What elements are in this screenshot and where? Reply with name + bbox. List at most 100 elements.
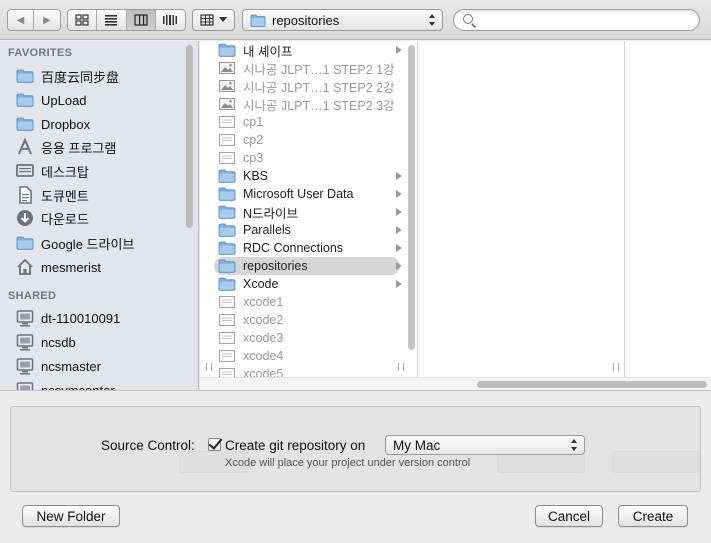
file-row[interactable]: cp1 xyxy=(214,113,400,131)
column-resize-handle[interactable] xyxy=(613,363,619,371)
source-control-hint: Xcode will place your project under vers… xyxy=(225,457,471,469)
column-view-icon xyxy=(134,14,148,26)
sidebar-item[interactable]: mesmerist xyxy=(15,256,190,278)
sidebar-item-label: ncsdb xyxy=(41,334,76,350)
row-label: cp2 xyxy=(243,133,264,147)
sidebar: FAVORITES SHARED 百度云同步盘 UpLoad Dropbox 응용 프… xyxy=(0,41,199,390)
sidebar-item-label: Dropbox xyxy=(41,116,91,132)
forward-button[interactable]: ▶ xyxy=(34,10,60,30)
row-label: Parallels xyxy=(243,223,291,237)
file-row[interactable]: xcode5 xyxy=(214,365,400,377)
folder-row[interactable]: RDC Connections xyxy=(214,239,402,257)
sidebar-item-label: ncsmaster xyxy=(41,358,101,374)
sidebar-item-label: dt-110010091 xyxy=(41,310,121,326)
file-row[interactable]: 시나공 JLPT…1 STEP2 1강 xyxy=(214,59,400,77)
list-view-button[interactable] xyxy=(97,10,127,30)
folder-row[interactable]: repositories xyxy=(214,257,402,275)
create-git-checkbox[interactable] xyxy=(208,438,221,451)
folder-icon xyxy=(15,234,35,252)
cover-flow-view-icon xyxy=(163,15,178,25)
sidebar-item[interactable]: UpLoad xyxy=(15,89,190,111)
disclosure-arrow-icon xyxy=(396,226,402,234)
row-label: xcode4 xyxy=(243,349,284,363)
sidebar-item[interactable]: Dropbox xyxy=(15,113,190,135)
folder-row[interactable]: Parallels xyxy=(214,221,402,239)
list-view-icon xyxy=(105,15,118,26)
column-resize-handle[interactable] xyxy=(206,363,212,371)
popup-arrows-icon xyxy=(571,439,578,451)
folder-row[interactable]: KBS xyxy=(214,167,402,185)
file-row[interactable]: xcode2 xyxy=(214,311,400,329)
row-label: 시나공 JLPT…1 STEP2 2강 xyxy=(243,80,395,95)
row-label: Xcode xyxy=(243,277,279,291)
sidebar-item[interactable]: 도큐멘트 xyxy=(15,184,190,206)
folder-row[interactable]: 내 셰이프 xyxy=(214,41,402,59)
file-row[interactable]: xcode1 xyxy=(214,293,400,311)
row-label: xcode5 xyxy=(243,367,284,377)
column-view-button[interactable] xyxy=(126,10,156,30)
horizontal-scrollbar[interactable] xyxy=(477,381,707,388)
folder-row[interactable]: Microsoft User Data xyxy=(214,185,402,203)
sidebar-shared-item[interactable]: dt-110010091 xyxy=(15,307,190,329)
file-row[interactable]: 시나공 JLPT…1 STEP2 2강 xyxy=(214,77,400,95)
create-button[interactable]: Create xyxy=(618,505,688,527)
file-row[interactable]: cp3 xyxy=(214,149,400,167)
source-control-label: Source Control: xyxy=(101,438,195,453)
sidebar-item[interactable]: 데스크탑 xyxy=(15,160,190,182)
sidebar-shared-item[interactable]: ncsmaster xyxy=(15,355,190,377)
folder-icon xyxy=(15,67,35,85)
sidebar-item[interactable]: 百度云同步盘 xyxy=(15,65,190,87)
row-label: cp1 xyxy=(243,115,264,129)
sidebar-item[interactable]: 응용 프로그램 xyxy=(15,136,190,158)
create-git-label[interactable]: Create git repository on xyxy=(225,438,365,453)
file-icon xyxy=(218,295,236,309)
disclosure-arrow-icon xyxy=(396,262,402,270)
view-mode-control xyxy=(67,9,186,31)
chevron-left-icon: ◀ xyxy=(16,14,25,26)
column-1: 내 셰이프 시나공 JLPT…1 STEP2 1강시나공 JLPT…1 STEP2… xyxy=(210,41,418,377)
file-row[interactable]: xcode3 xyxy=(214,329,400,347)
column-browser: 내 셰이프 시나공 JLPT…1 STEP2 1강시나공 JLPT…1 STEP2… xyxy=(200,41,711,390)
new-folder-button[interactable]: New Folder xyxy=(22,505,120,527)
sidebar-shared-item[interactable]: ncsvmcenter xyxy=(15,379,190,390)
disclosure-arrow-icon xyxy=(396,280,402,288)
applications-icon xyxy=(15,138,35,156)
path-popup-label: repositories xyxy=(272,12,340,28)
sidebar-shared-item[interactable]: ncsdb xyxy=(15,331,190,353)
desktop-icon xyxy=(15,162,35,180)
folder-row[interactable]: Xcode xyxy=(214,275,402,293)
file-icon xyxy=(218,367,236,377)
popup-arrows-icon xyxy=(429,14,436,26)
disclosure-arrow-icon xyxy=(396,172,402,180)
folder-icon xyxy=(218,241,236,255)
search-input[interactable] xyxy=(480,12,690,28)
cancel-button[interactable]: Cancel xyxy=(535,505,603,527)
back-forward-control: ◀ ▶ xyxy=(7,9,61,31)
sidebar-item-label: 도큐멘트 xyxy=(41,188,89,204)
row-label: cp3 xyxy=(243,151,264,165)
folder-icon xyxy=(218,187,236,201)
row-label: xcode1 xyxy=(243,295,284,309)
icon-view-button[interactable] xyxy=(68,10,98,30)
file-icon xyxy=(218,151,236,165)
disclosure-arrow-icon xyxy=(396,244,402,252)
file-row[interactable]: xcode4 xyxy=(214,347,400,365)
arrange-menu-button[interactable] xyxy=(192,9,235,31)
search-field[interactable] xyxy=(453,9,700,31)
path-popup[interactable]: repositories xyxy=(242,9,443,31)
sidebar-header-shared: SHARED xyxy=(8,290,57,302)
column-1-scrollbar[interactable] xyxy=(408,45,415,350)
sidebar-item[interactable]: 다운로드 xyxy=(15,207,190,229)
file-row[interactable]: cp2 xyxy=(214,131,400,149)
row-label: 시나공 JLPT…1 STEP2 3강 xyxy=(243,98,395,113)
source-control-panel: Source Control: Create git repository on… xyxy=(10,406,701,492)
column-resize-handle[interactable] xyxy=(398,363,404,371)
file-icon xyxy=(218,133,236,147)
file-row[interactable]: 시나공 JLPT…1 STEP2 3강 xyxy=(214,95,400,113)
git-location-popup[interactable]: My Mac xyxy=(385,435,585,455)
monitor-icon xyxy=(15,357,35,375)
back-button[interactable]: ◀ xyxy=(8,10,35,30)
folder-row[interactable]: N드라이브 xyxy=(214,203,402,221)
cover-flow-view-button[interactable] xyxy=(156,10,185,30)
sidebar-item[interactable]: Google 드라이브 xyxy=(15,232,190,254)
